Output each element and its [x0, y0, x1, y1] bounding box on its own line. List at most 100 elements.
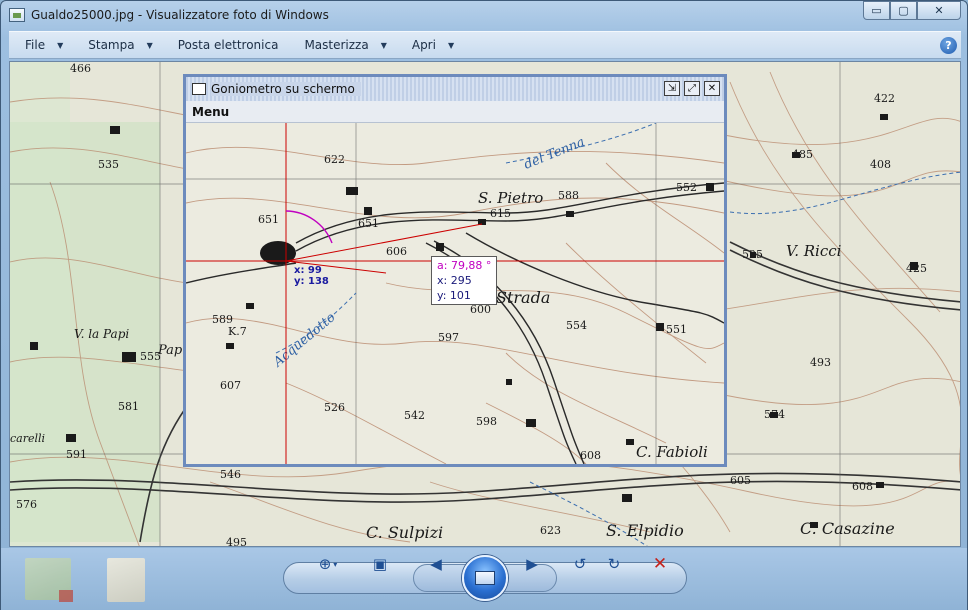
map-place-label: C. Sulpizi — [366, 523, 443, 542]
map-place-label: S. Pietro — [478, 189, 543, 207]
map-place-label: Papi — [157, 343, 186, 358]
measurement-readout: a: 79,88 ° x: 295 y: 101 — [431, 256, 498, 305]
menu-posta-elettronica[interactable]: Posta elettronica — [162, 32, 289, 58]
chevron-down-icon: ▾ — [333, 559, 338, 569]
map-elevation: 485 — [792, 148, 813, 161]
fit-window-icon: ▣ — [372, 555, 388, 573]
command-bar: File ▼ Stampa ▼ Posta elettronica Master… — [9, 31, 961, 59]
maximize-icon: ⤢ — [688, 82, 696, 94]
goniometer-app-icon — [192, 83, 206, 95]
map-elevation: 526 — [324, 401, 345, 414]
map-place-label: Strada — [496, 288, 550, 307]
map-elevation: 408 — [870, 158, 891, 171]
map-place-label: V. la Papi — [74, 327, 129, 341]
window-controls: ▭ ▢ ✕ — [863, 1, 961, 20]
rotate-right-icon: ↻ — [607, 555, 621, 573]
map-elevation: 554 — [566, 319, 587, 332]
map-place-label: C. Fabioli — [636, 443, 708, 461]
slideshow-button[interactable] — [462, 555, 508, 601]
previous-button[interactable]: ◀ — [425, 554, 447, 574]
menu-posta-label: Posta elettronica — [177, 38, 279, 52]
menu-apri-label: Apri — [411, 38, 436, 52]
angle-value: a: 79,88 ° — [437, 259, 492, 272]
map-elevation: 425 — [906, 262, 927, 275]
origin-x: x: 99 — [294, 265, 322, 276]
close-icon: ✕ — [707, 82, 717, 94]
next-icon: ▶ — [526, 555, 538, 573]
menu-file[interactable]: File ▼ — [9, 32, 72, 58]
goniometer-title-bar[interactable]: Goniometro su schermo ⇲ ⤢ ✕ — [186, 77, 724, 101]
chevron-down-icon: ▼ — [146, 40, 153, 50]
map-elevation: 576 — [16, 498, 37, 511]
minimize-button[interactable]: ▭ — [863, 1, 890, 20]
goniometer-minimize-button[interactable]: ⇲ — [664, 81, 680, 96]
window-title: Gualdo25000.jpg - Visualizzatore foto di… — [31, 8, 329, 22]
origin-readout: x: 99 y: 138 — [294, 265, 329, 287]
map-place-label: V. Ricci — [786, 242, 842, 260]
map-elevation: 546 — [220, 468, 241, 481]
map-elevation: 542 — [404, 409, 425, 422]
actual-size-button[interactable]: ▣ — [369, 554, 391, 574]
map-elevation: 495 — [226, 536, 247, 547]
map-place-label: S. Elpidio — [606, 521, 684, 540]
map-elevation: 608 — [852, 480, 873, 493]
taskbar-thumbnail[interactable] — [25, 558, 73, 602]
maximize-button[interactable]: ▢ — [890, 1, 917, 20]
delete-button[interactable]: ✕ — [649, 554, 671, 574]
minimize-icon: ▭ — [871, 4, 882, 17]
map-elevation: 608 — [580, 449, 601, 462]
map-elevation: 493 — [810, 356, 831, 369]
map-elevation: 574 — [764, 408, 785, 421]
map-elevation: 597 — [438, 331, 459, 344]
chevron-down-icon: ▼ — [380, 40, 387, 50]
map-elevation: 551 — [666, 323, 687, 336]
map-elevation: 591 — [66, 448, 87, 461]
map-place-label: carelli — [10, 432, 45, 445]
menu-apri[interactable]: Apri ▼ — [396, 32, 463, 58]
map-elevation: 615 — [490, 207, 511, 220]
map-elevation: 651 — [358, 217, 379, 230]
title-bar[interactable]: Gualdo25000.jpg - Visualizzatore foto di… — [1, 1, 967, 29]
close-icon: ✕ — [934, 4, 944, 17]
slideshow-icon — [475, 571, 495, 585]
map-elevation: 651 — [258, 213, 279, 226]
map-elevation: 422 — [874, 92, 895, 105]
minimize-icon: ⇲ — [667, 82, 677, 94]
map-elevation: 605 — [730, 474, 751, 487]
goniometer-maximize-button[interactable]: ⤢ — [684, 81, 700, 96]
help-button[interactable]: ? — [940, 37, 957, 54]
goniometer-menu-bar: Menu — [186, 101, 724, 123]
previous-icon: ◀ — [430, 555, 442, 573]
map-elevation: 607 — [220, 379, 241, 392]
photo-viewer-app-icon[interactable] — [9, 8, 25, 22]
taskbar-thumbnail[interactable] — [107, 558, 145, 602]
zoom-button[interactable]: ⊕ ▾ — [311, 554, 345, 574]
map-elevation: 466 — [70, 62, 91, 75]
map-elevation: 622 — [324, 153, 345, 166]
goniometer-window-controls: ⇲ ⤢ ✕ — [664, 81, 720, 96]
menu-stampa-label: Stampa — [88, 38, 135, 52]
goniometer-menu[interactable]: Menu — [192, 105, 229, 119]
menu-masterizza-label: Masterizza — [304, 38, 369, 52]
next-button[interactable]: ▶ — [521, 554, 543, 574]
point-x-value: x: 295 — [437, 274, 472, 287]
delete-icon: ✕ — [652, 554, 668, 574]
goniometer-close-button[interactable]: ✕ — [704, 81, 720, 96]
help-icon: ? — [945, 39, 952, 52]
chevron-down-icon: ▼ — [57, 40, 64, 50]
map-elevation: 525 — [742, 248, 763, 261]
menu-file-label: File — [25, 38, 46, 52]
maximize-icon: ▢ — [898, 4, 909, 17]
close-button[interactable]: ✕ — [917, 1, 961, 20]
rotate-right-button[interactable]: ↻ — [603, 554, 625, 574]
rotate-left-icon: ↺ — [573, 555, 587, 573]
point-y-value: y: 101 — [437, 289, 471, 302]
menu-masterizza[interactable]: Masterizza ▼ — [288, 32, 395, 58]
origin-y: y: 138 — [294, 276, 329, 287]
rotate-left-button[interactable]: ↺ — [569, 554, 591, 574]
map-place-label: C. Casazine — [800, 519, 895, 538]
map-elevation: 535 — [98, 158, 119, 171]
map-elevation: 623 — [540, 524, 561, 537]
map-elevation: 598 — [476, 415, 497, 428]
menu-stampa[interactable]: Stampa ▼ — [72, 32, 162, 58]
